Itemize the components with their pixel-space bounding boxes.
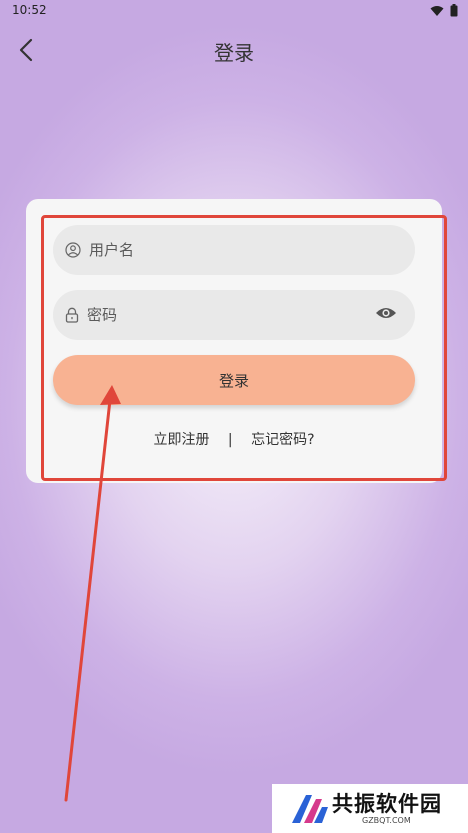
watermark-brand: 共振软件园 (332, 792, 442, 816)
wifi-icon (430, 5, 444, 16)
status-time: 10:52 (12, 3, 47, 17)
battery-icon (450, 4, 458, 17)
top-bar: 登录 (0, 28, 468, 72)
page-title: 登录 (214, 41, 254, 65)
status-bar: 10:52 (0, 0, 468, 22)
brand-logo-icon (292, 795, 328, 823)
watermark: 共振软件园 GZBQT.COM (272, 784, 468, 833)
watermark-domain: GZBQT.COM (362, 816, 411, 825)
annotation-highlight-box (41, 215, 447, 481)
status-icons (430, 4, 458, 17)
